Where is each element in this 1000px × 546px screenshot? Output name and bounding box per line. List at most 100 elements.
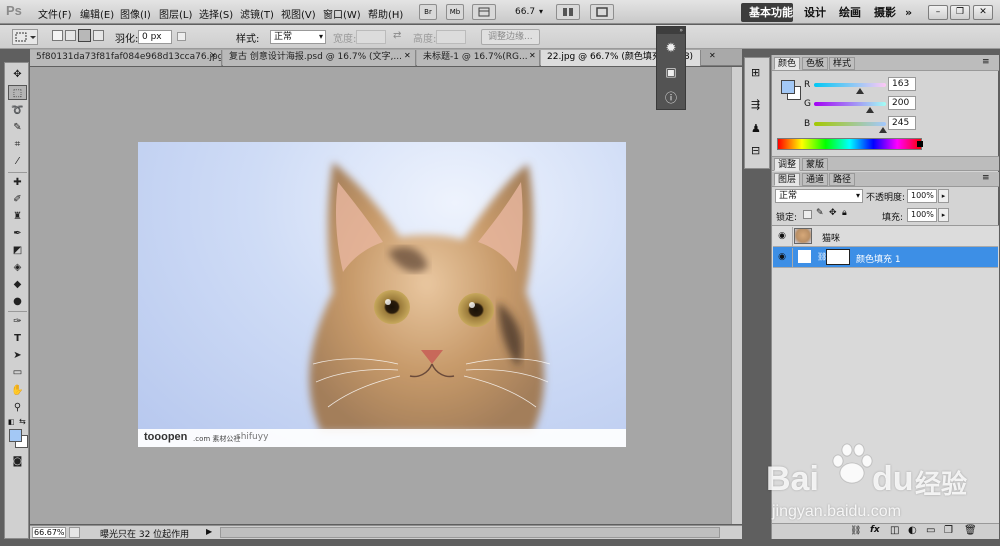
lock-all-icon[interactable]: 🔒︎: [842, 208, 847, 218]
mini-bridge-button[interactable]: Mb: [446, 4, 464, 20]
clone-stamp-tool-icon[interactable]: ♜: [8, 209, 27, 224]
tab-styles[interactable]: 样式: [829, 57, 856, 70]
channel-g-handle[interactable]: [866, 107, 875, 113]
vertical-scrollbar[interactable]: [731, 67, 742, 524]
channel-b-slider[interactable]: [814, 122, 886, 126]
width-input[interactable]: [356, 30, 386, 44]
opacity-input[interactable]: 100%: [907, 189, 937, 203]
workspace-painting[interactable]: 绘画: [832, 4, 868, 21]
channel-r-slider[interactable]: [814, 83, 886, 87]
channel-g-input[interactable]: 200: [888, 96, 916, 110]
tool-presets-icon[interactable]: ⊟: [751, 144, 760, 157]
type-tool-icon[interactable]: T: [8, 331, 27, 346]
dodge-tool-icon[interactable]: ●: [8, 294, 27, 309]
tab-document-2[interactable]: 复古 创意设计海报.psd @ 16.7% (文字,...: [223, 50, 416, 66]
blur-tool-icon[interactable]: ◆: [8, 277, 27, 292]
picture-icon[interactable]: ▣: [662, 65, 680, 83]
panel-collapse-icon[interactable]: »: [657, 27, 685, 34]
black-swatch[interactable]: [917, 141, 923, 147]
layer-row-selected[interactable]: ◉ ⛓ 颜色填充 1: [773, 247, 998, 268]
default-colors-icon[interactable]: ◧: [8, 418, 15, 426]
info-icon[interactable]: ⓘ: [662, 89, 680, 107]
arrange-documents-button[interactable]: [556, 4, 580, 20]
foreground-color-box[interactable]: [781, 80, 795, 94]
zoom-level[interactable]: 66.7: [515, 7, 535, 17]
workspace-design[interactable]: 设计: [797, 4, 833, 21]
refine-edge-button[interactable]: 调整边缘...: [481, 29, 540, 45]
lock-transparency-icon[interactable]: [803, 210, 812, 219]
new-selection-icon[interactable]: [52, 30, 63, 41]
tab-paths[interactable]: 路径: [829, 173, 856, 186]
close-icon[interactable]: ✕: [210, 51, 217, 60]
swap-dimensions-icon[interactable]: ⇄: [393, 30, 401, 41]
sun-icon[interactable]: ✹: [662, 41, 680, 59]
tab-document-3[interactable]: 未标题-1 @ 16.7%(RG...: [417, 50, 540, 66]
rectangle-tool-icon[interactable]: ▭: [8, 365, 27, 380]
close-icon[interactable]: ✕: [404, 51, 411, 60]
channel-b-handle[interactable]: [879, 127, 888, 133]
feather-input[interactable]: 0 px: [138, 30, 172, 44]
eraser-tool-icon[interactable]: ◩: [8, 243, 27, 258]
lock-pixels-icon[interactable]: ✎: [816, 208, 824, 218]
foreground-color-swatch[interactable]: [9, 429, 22, 442]
eye-icon[interactable]: ◉: [775, 229, 789, 243]
layer-name[interactable]: 颜色填充 1: [856, 252, 901, 265]
document-image[interactable]: tooopen .com 素材公社 shifuyy: [138, 142, 626, 447]
fill-arrow-icon[interactable]: ▸: [938, 208, 949, 222]
add-to-selection-icon[interactable]: [65, 30, 76, 41]
height-input[interactable]: [436, 30, 466, 44]
fill-input[interactable]: 100%: [907, 208, 937, 222]
hand-tool-icon[interactable]: ✋: [8, 383, 27, 398]
rect-marquee-tool-icon[interactable]: ⬚: [8, 85, 27, 100]
path-selection-tool-icon[interactable]: ➤: [8, 348, 27, 363]
menu-layer[interactable]: 图层(L): [159, 6, 192, 21]
status-info-icon[interactable]: [69, 527, 80, 538]
workspace-essentials[interactable]: 基本功能: [742, 4, 800, 21]
screen-mode-button[interactable]: [590, 4, 614, 20]
channel-b-input[interactable]: 245: [888, 116, 916, 130]
bridge-button[interactable]: Br: [419, 4, 437, 20]
menu-file[interactable]: 文件(F): [38, 6, 72, 21]
style-select[interactable]: 正常 ▾: [270, 30, 326, 44]
quick-mask-icon[interactable]: ◙: [8, 454, 27, 469]
tab-document-1[interactable]: 5f80131da73f81faf084e968d13cca76.jpg: [30, 50, 222, 66]
lock-position-icon[interactable]: ✥: [829, 208, 837, 218]
lasso-tool-icon[interactable]: ➰: [8, 103, 27, 118]
minimize-button[interactable]: –: [928, 5, 948, 20]
layer-row[interactable]: ◉ 猫咪: [773, 226, 998, 247]
tab-masks[interactable]: 蒙版: [802, 158, 829, 171]
workspace-more-button[interactable]: »: [898, 4, 919, 21]
tab-layers[interactable]: 图层: [774, 173, 801, 186]
horizontal-scrollbar[interactable]: [220, 527, 720, 538]
view-extras-button[interactable]: [472, 4, 496, 20]
panel-menu-icon[interactable]: ≡: [982, 57, 990, 67]
status-menu-arrow-icon[interactable]: ▶: [206, 527, 212, 536]
pen-tool-icon[interactable]: ✑: [8, 314, 27, 329]
tab-adjustments[interactable]: 调整: [774, 158, 801, 171]
eye-icon[interactable]: ◉: [775, 250, 789, 264]
crop-tool-icon[interactable]: ⌗: [8, 137, 27, 152]
eyedropper-tool-icon[interactable]: ⁄: [8, 154, 27, 169]
clone-source-icon[interactable]: ♟: [751, 122, 761, 135]
tab-color[interactable]: 颜色: [774, 57, 801, 70]
menu-edit[interactable]: 编辑(E): [80, 6, 114, 21]
healing-brush-tool-icon[interactable]: ✚: [8, 175, 27, 190]
close-icon[interactable]: ✕: [529, 51, 536, 60]
zoom-dropdown-icon[interactable]: ▾: [539, 7, 543, 16]
tool-preset-picker[interactable]: [12, 29, 38, 45]
history-icon[interactable]: ⊞: [751, 66, 760, 79]
tab-swatches[interactable]: 色板: [802, 57, 829, 70]
color-spectrum-bar[interactable]: [777, 138, 922, 150]
menu-window[interactable]: 窗口(W): [323, 6, 361, 21]
swap-colors-icon[interactable]: ⇆: [19, 417, 26, 426]
opacity-arrow-icon[interactable]: ▸: [938, 189, 949, 203]
channel-r-input[interactable]: 163: [888, 77, 916, 91]
subtract-selection-icon[interactable]: [78, 29, 91, 42]
move-tool-icon[interactable]: ✥: [8, 67, 27, 82]
quick-selection-tool-icon[interactable]: ✎: [8, 120, 27, 135]
menu-help[interactable]: 帮助(H): [368, 6, 403, 21]
blend-mode-select[interactable]: 正常 ▾: [775, 189, 863, 203]
menu-filter[interactable]: 滤镜(T): [240, 6, 274, 21]
zoom-tool-icon[interactable]: ⚲: [8, 400, 27, 415]
status-zoom[interactable]: 66.67%: [32, 527, 66, 538]
